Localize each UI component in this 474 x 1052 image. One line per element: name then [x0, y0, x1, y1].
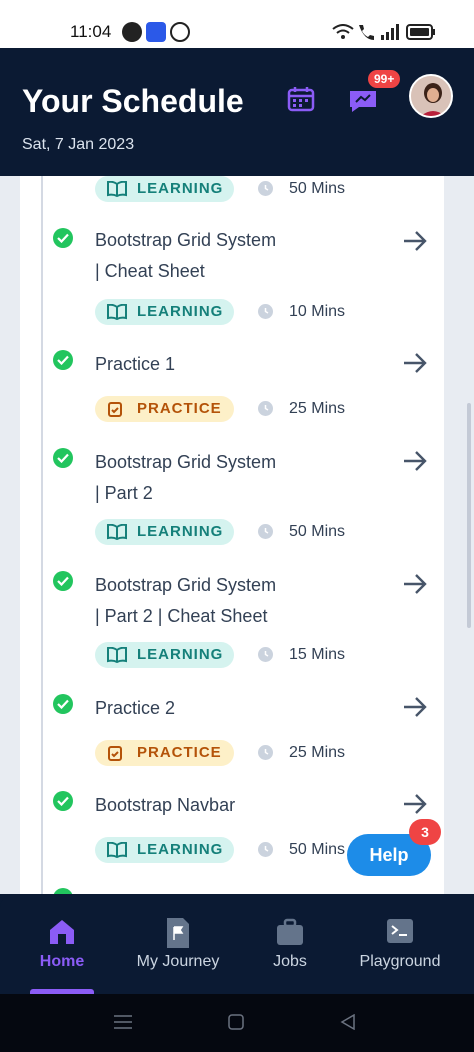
nav-playground[interactable]: Playground	[350, 894, 450, 994]
item-title-line: | Part 2 | Cheat Sheet	[95, 606, 268, 626]
status-time: 11:04	[70, 22, 112, 41]
item-title-line: | Cheat Sheet	[95, 261, 205, 281]
wifi-icon	[332, 24, 354, 39]
clock-icon	[258, 745, 273, 760]
flag-icon	[167, 918, 189, 948]
schedule-list[interactable]: LEARNING 50 Mins Bootstrap Grid System |…	[0, 176, 474, 894]
learning-tag: LEARNING	[95, 299, 234, 325]
menu-icon[interactable]	[114, 1014, 132, 1030]
nav-my-journey[interactable]: My Journey	[124, 894, 232, 994]
schedule-date: Sat, 7 Jan 2023	[22, 136, 135, 153]
tag-label: LEARNING	[137, 303, 224, 320]
item-title-line: Bootstrap Grid System	[95, 230, 277, 250]
wifi-call-icon	[359, 25, 374, 40]
book-icon	[107, 524, 127, 540]
duration: 50 Mins	[289, 523, 346, 540]
duration: 10 Mins	[289, 303, 346, 320]
arrow-right-icon[interactable]	[402, 696, 428, 718]
item-title-line: Bootstrap Navbar	[95, 795, 236, 815]
book-icon	[107, 181, 127, 197]
learning-tag: LEARNING	[95, 519, 234, 545]
status-bar: 11:04	[0, 0, 474, 48]
arrow-right-icon[interactable]	[402, 573, 428, 595]
clock-icon	[258, 647, 273, 662]
k-circle-icon	[170, 22, 190, 42]
duration: 25 Mins	[289, 744, 346, 761]
messages-icon[interactable]	[347, 88, 379, 114]
arrow-right-icon[interactable]	[402, 230, 428, 252]
clipboard-check-icon	[108, 746, 122, 761]
clock-icon	[258, 401, 273, 416]
book-icon	[107, 647, 127, 663]
messages-badge: 99+	[368, 70, 401, 88]
bottom-nav: Home My Journey Jobs Playground	[0, 894, 474, 994]
arrow-right-icon[interactable]	[402, 793, 428, 815]
check-circle-icon	[53, 571, 73, 591]
scrollbar[interactable]	[467, 403, 471, 628]
app-header: Your Schedule Sat, 7 Jan 2023 99+	[0, 48, 474, 176]
clipboard-check-icon	[108, 402, 122, 417]
check-circle-icon	[53, 228, 73, 248]
nav-label: Home	[39, 953, 85, 970]
item-title-line: Practice 1	[95, 354, 176, 374]
battery-icon	[406, 24, 435, 40]
check-circle-icon	[53, 791, 73, 811]
home-icon	[50, 920, 74, 944]
page-title: Your Schedule	[22, 83, 244, 119]
duration: 15 Mins	[289, 646, 346, 663]
item-title-line: Bootstrap Grid System	[95, 452, 277, 472]
check-circle-icon	[53, 350, 73, 370]
book-icon	[107, 842, 127, 858]
timeline-line	[41, 176, 43, 894]
soccer-ball-icon	[122, 22, 142, 42]
tag-label: LEARNING	[137, 841, 224, 858]
signal-icon	[381, 24, 399, 40]
tag-label: LEARNING	[137, 523, 224, 540]
arrow-right-icon[interactable]	[402, 352, 428, 374]
tag-label: LEARNING	[137, 180, 224, 197]
nav-label: My Journey	[136, 953, 220, 970]
system-nav-bar	[0, 994, 474, 1052]
item-title-line: Practice 2	[95, 698, 176, 718]
nav-jobs[interactable]: Jobs	[254, 894, 326, 994]
learning-tag: LEARNING	[95, 642, 234, 668]
avatar-image	[411, 76, 451, 116]
briefcase-icon	[277, 918, 303, 945]
clock-icon	[258, 304, 273, 319]
nav-label: Jobs	[273, 953, 307, 970]
check-circle-icon	[53, 448, 73, 468]
back-icon[interactable]	[340, 1014, 356, 1030]
duration: 50 Mins	[289, 841, 346, 858]
tag-label: PRACTICE	[137, 400, 222, 417]
nav-label: Playground	[359, 953, 441, 970]
item-title-line: Bootstrap Grid System	[95, 575, 277, 595]
check-circle-icon	[53, 694, 73, 714]
duration: 25 Mins	[289, 400, 346, 417]
book-icon	[107, 304, 127, 320]
learning-tag: LEARNING	[95, 176, 234, 202]
practice-tag: PRACTICE	[95, 396, 234, 422]
learning-tag: LEARNING	[95, 837, 234, 863]
help-badge: 3	[409, 819, 441, 845]
clock-icon	[258, 524, 273, 539]
tag-label: PRACTICE	[137, 744, 222, 761]
clock-icon	[258, 842, 273, 857]
nav-home[interactable]: Home	[22, 894, 102, 994]
avatar[interactable]	[409, 74, 453, 118]
calendar-icon[interactable]	[287, 86, 315, 112]
clock-icon	[258, 181, 273, 196]
arrow-right-icon[interactable]	[402, 450, 428, 472]
home-square-icon[interactable]	[228, 1014, 244, 1030]
duration: 50 Mins	[289, 180, 346, 197]
practice-tag: PRACTICE	[95, 740, 234, 766]
terminal-icon	[387, 919, 413, 943]
broadcast-icon	[146, 22, 166, 42]
tag-label: LEARNING	[137, 646, 224, 663]
item-title-line: | Part 2	[95, 483, 153, 503]
